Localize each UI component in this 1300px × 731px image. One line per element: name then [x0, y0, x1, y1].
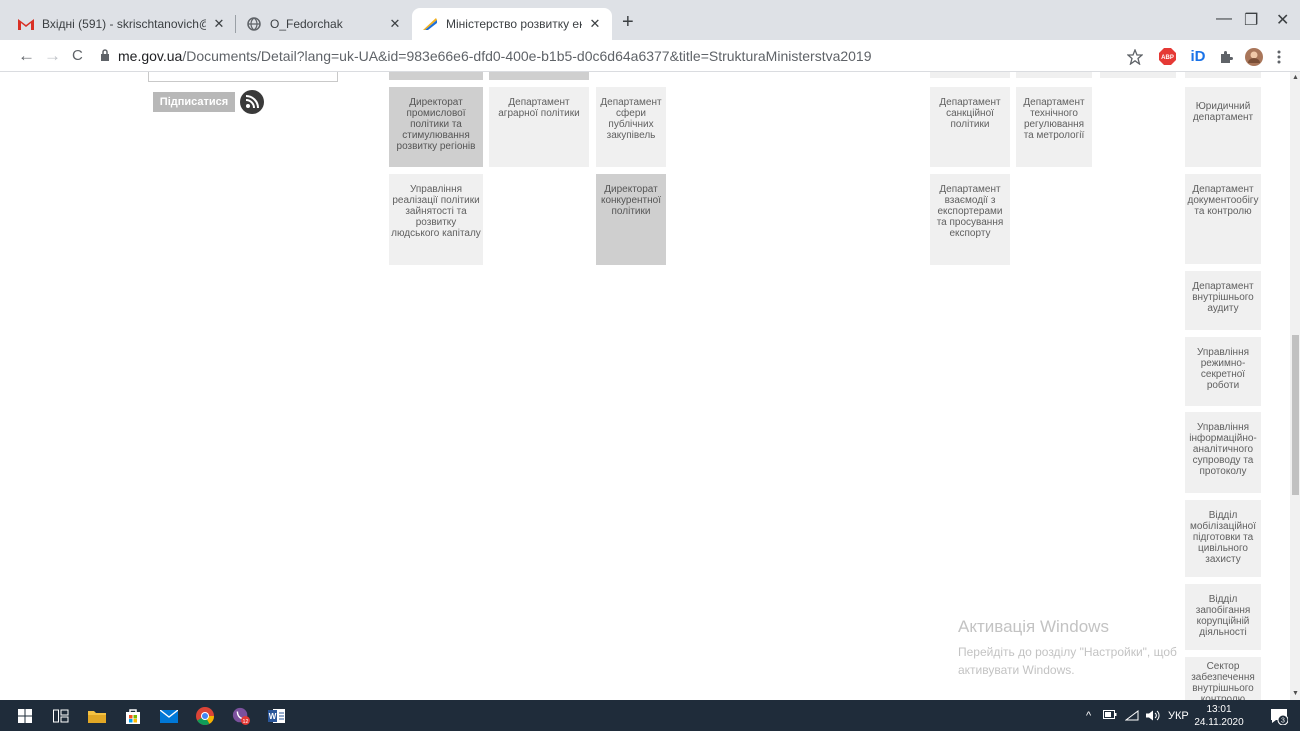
org-box-info-analytics[interactable]: Управління інформаційно-аналітичного суп… — [1185, 412, 1261, 493]
notification-count: 3 — [1281, 718, 1285, 725]
browser-tab-strip: Вхідні (591) - skrischtanovich@g ✕ O_Fed… — [0, 0, 1300, 40]
puzzle-icon[interactable] — [1218, 48, 1234, 65]
tray-chevron-icon[interactable]: ^ — [1086, 710, 1091, 722]
org-box-employment-policy[interactable]: Управління реалізації політики зайнятост… — [389, 174, 483, 265]
chrome-icon[interactable] — [196, 707, 214, 725]
network-icon[interactable] — [1124, 710, 1139, 724]
org-box-legal[interactable]: Юридичний департамент — [1185, 87, 1261, 167]
lock-icon — [100, 48, 110, 64]
close-window-button[interactable]: ✕ — [1276, 10, 1289, 30]
maximize-button[interactable]: ❐ — [1244, 10, 1258, 30]
windows-activation-watermark: Активація Windows Перейдіть до розділу "… — [958, 617, 1198, 679]
language-indicator[interactable]: УКР — [1168, 710, 1189, 722]
org-box-partial — [1185, 72, 1261, 78]
org-box-partial — [389, 72, 483, 80]
page-content: Підписатися Директорат промислової політ… — [0, 72, 1290, 700]
org-box-partial — [1100, 72, 1176, 78]
tab-close-icon[interactable]: ✕ — [388, 16, 402, 32]
url-text: me.gov.ua/Documents/Detail?lang=uk-UA&id… — [118, 48, 872, 64]
clock-date: 24.11.2020 — [1194, 717, 1244, 728]
browser-toolbar: ← → C me.gov.ua/Documents/Detail?lang=uk… — [0, 40, 1300, 72]
clock[interactable]: 13:01 24.11.2020 — [1192, 703, 1246, 729]
tab-label: O_Fedorchak — [270, 17, 343, 31]
tab-label: Вхідні (591) - skrischtanovich@g — [42, 17, 206, 31]
svg-text:W: W — [269, 712, 277, 721]
clock-time: 13:01 — [1206, 704, 1232, 715]
org-box-internal-audit[interactable]: Департамент внутрішнього аудиту — [1185, 271, 1261, 330]
subscribe-email-input[interactable] — [148, 72, 338, 82]
org-box-partial — [1016, 72, 1092, 78]
battery-icon[interactable] — [1103, 710, 1117, 723]
scroll-up-icon[interactable]: ▲ — [1292, 74, 1299, 81]
task-view-icon[interactable] — [52, 707, 70, 725]
star-icon[interactable] — [1126, 48, 1144, 65]
org-box-exporters[interactable]: Департамент взаємодії з експортерами та … — [930, 174, 1010, 265]
gmail-icon — [18, 16, 34, 32]
minimize-button[interactable]: — — [1216, 10, 1232, 28]
tab-close-icon[interactable]: ✕ — [212, 16, 226, 32]
ministry-icon — [422, 16, 438, 32]
org-box-secret-work[interactable]: Управління режимно-секретної роботи — [1185, 337, 1261, 406]
globe-icon — [246, 16, 262, 32]
tab-gmail[interactable]: Вхідні (591) - skrischtanovich@g ✕ — [8, 8, 236, 40]
url-host: me.gov.ua — [118, 48, 183, 64]
new-tab-button[interactable]: + — [622, 12, 634, 32]
tab-close-icon[interactable]: ✕ — [588, 16, 602, 32]
tab-ministry[interactable]: Міністерство розвитку економі ✕ — [412, 8, 612, 40]
notification-center-icon[interactable]: 3 — [1270, 707, 1288, 725]
tab-fedorchak[interactable]: O_Fedorchak ✕ — [236, 8, 412, 40]
windows-start-icon[interactable] — [16, 707, 34, 725]
mail-icon[interactable] — [160, 707, 178, 725]
profile-avatar[interactable] — [1244, 47, 1264, 66]
scroll-down-icon[interactable]: ▼ — [1292, 690, 1299, 697]
word-icon[interactable]: W — [268, 707, 286, 725]
watermark-title: Активація Windows — [958, 617, 1109, 636]
adblock-icon[interactable]: ABP — [1158, 48, 1176, 65]
file-explorer-icon[interactable] — [88, 707, 106, 725]
org-box-public-procurement[interactable]: Департамент сфери публічних закупівель — [596, 87, 666, 167]
org-box-partial — [930, 72, 1010, 78]
back-button[interactable]: ← — [18, 46, 35, 66]
org-box-sanctions-policy[interactable]: Департамент санкційної політики — [930, 87, 1010, 167]
org-box-technical-regulation[interactable]: Департамент технічного регулювання та ме… — [1016, 87, 1092, 167]
org-box-industrial-policy[interactable]: Директорат промислової політики та стиму… — [389, 87, 483, 167]
tab-label: Міністерство розвитку економі — [446, 17, 582, 31]
viber-icon[interactable]: 12 — [232, 707, 250, 725]
store-icon[interactable] — [124, 707, 142, 725]
url-path: /Documents/Detail?lang=uk-UA&id=983e66e6… — [182, 48, 872, 64]
org-box-competition-policy[interactable]: Директорат конкурентної політики — [596, 174, 666, 265]
viber-badge: 12 — [243, 719, 249, 725]
org-box-document-flow[interactable]: Департамент документообігу та контролю — [1185, 174, 1261, 264]
id-icon[interactable]: iD — [1188, 48, 1208, 65]
watermark-subtitle: Перейдіть до розділу "Настройки", щоб ак… — [958, 645, 1177, 677]
scrollbar-thumb[interactable] — [1292, 335, 1299, 495]
subscribe-button[interactable]: Підписатися — [153, 92, 235, 112]
org-box-mobilization[interactable]: Відділ мобілізаційної підготовки та циві… — [1185, 500, 1261, 577]
rss-icon[interactable] — [240, 90, 264, 114]
address-bar[interactable]: me.gov.ua/Documents/Detail?lang=uk-UA&id… — [100, 43, 1110, 69]
reload-button[interactable]: C — [72, 46, 83, 66]
volume-icon[interactable] — [1146, 710, 1162, 724]
adblock-label: ABP — [1161, 55, 1174, 61]
forward-button[interactable]: → — [44, 46, 61, 66]
windows-taskbar: 12 W ^ УКР 13:01 24.11.2020 3 — [0, 700, 1300, 731]
kebab-menu-icon[interactable] — [1274, 48, 1284, 65]
org-box-agrarian-policy[interactable]: Департамент аграрної політики — [489, 87, 589, 167]
org-box-partial — [489, 72, 589, 80]
